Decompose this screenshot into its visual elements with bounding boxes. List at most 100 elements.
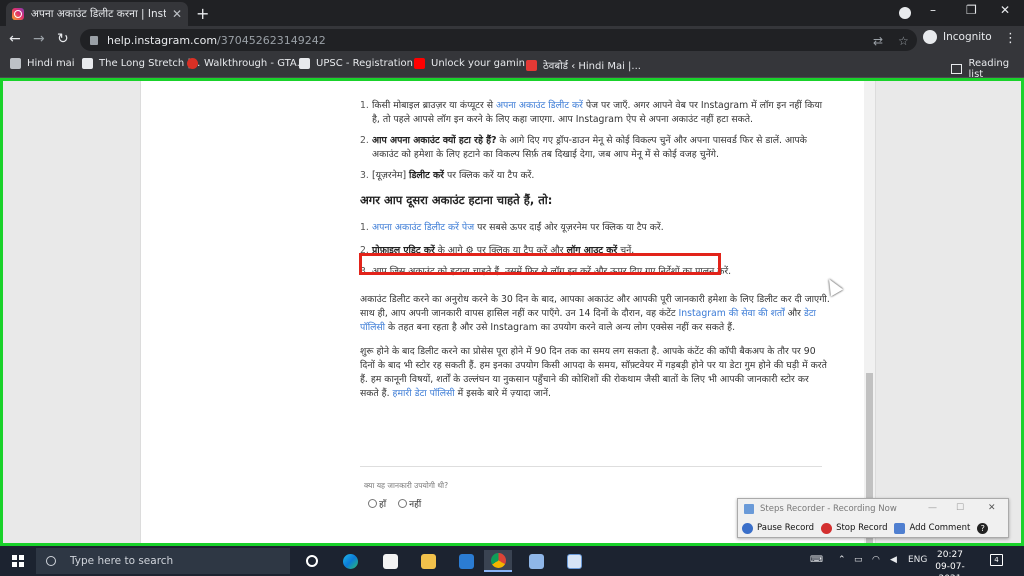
clock-time: 20:27	[937, 550, 963, 560]
bookmark-item[interactable]: Walkthrough - GTA...	[187, 58, 306, 69]
taskbar-search[interactable]: Type here to search	[36, 548, 290, 574]
address-bar[interactable]: help.instagram.com /370452623149242 ⇄ ☆	[80, 29, 917, 51]
keyboard-icon[interactable]: ⌨	[810, 555, 823, 565]
clock[interactable]: 20:27 09-07-2021	[930, 549, 970, 576]
incognito-badge[interactable]: Incognito	[923, 30, 992, 44]
mail-icon	[458, 553, 474, 569]
reading-list-icon	[951, 64, 962, 74]
search-placeholder: Type here to search	[70, 555, 174, 567]
bookmark-star-icon[interactable]: ☆	[898, 34, 909, 48]
more-menu-icon[interactable]: ⋮	[1004, 31, 1017, 46]
steps-recorder-title: Steps Recorder - Recording Now	[760, 503, 897, 514]
add-comment-button[interactable]: Add Comment	[894, 522, 970, 534]
paragraph-deletion-process: शुरू होने के बाद डिलीट करने का प्रोसेस प…	[360, 346, 827, 399]
browser-tab[interactable]: अपना अकाउंट डिलीट करना | Instag ✕	[6, 2, 188, 26]
pause-record-button[interactable]: Pause Record	[742, 522, 814, 534]
new-tab-button[interactable]: +	[196, 4, 209, 23]
language-indicator[interactable]: ENG	[908, 555, 927, 565]
forward-arrow-icon[interactable]: →	[33, 31, 45, 47]
app-icon-button[interactable]	[522, 550, 550, 572]
task-view-button[interactable]	[298, 550, 326, 572]
chrome-app[interactable]	[484, 550, 512, 572]
red-highlight-box	[359, 253, 721, 275]
browser-toolbar: ← → ↻ help.instagram.com /37045262314924…	[0, 26, 1024, 54]
list-item: 1. अपना अकाउंट डिलीट करें पेज पर सबसे ऊप…	[360, 222, 664, 233]
volume-icon[interactable]: ◀	[890, 555, 897, 565]
url-path: /370452623149242	[217, 33, 326, 47]
youtube-icon	[414, 58, 425, 69]
our-data-policy-link[interactable]: हमारी डेटा पॉलिसी	[393, 388, 455, 399]
incognito-label: Incognito	[943, 31, 992, 43]
reload-icon[interactable]: ↻	[57, 31, 69, 47]
network-icon[interactable]: ▭	[854, 555, 863, 565]
bookmark-item[interactable]: UPSC - Registration...	[299, 58, 422, 69]
explorer-app[interactable]	[414, 550, 442, 572]
lock-icon	[90, 35, 98, 45]
delete-account-page-link[interactable]: अपना अकाउंट डिलीट करें पेज	[372, 222, 474, 233]
divider	[360, 466, 822, 467]
minimize-button[interactable]: –	[930, 3, 936, 17]
paragraph-deletion-timeline: अकाउंट डिलीट करने का अनुरोध करने के 30 द…	[360, 294, 830, 333]
minimize-button[interactable]: —	[928, 503, 937, 513]
pause-icon	[742, 522, 753, 534]
wifi-icon[interactable]: ◠	[872, 555, 880, 565]
steps-recorder-window: Steps Recorder - Recording Now — ☐ ✕ Pau…	[737, 498, 1009, 538]
stop-record-button[interactable]: Stop Record	[821, 522, 887, 534]
terms-of-service-link[interactable]: Instagram की सेवा की शर्तों	[679, 308, 785, 319]
back-arrow-icon[interactable]: ←	[9, 31, 21, 47]
chevron-up-icon[interactable]: ⌃	[838, 555, 846, 565]
windows-taskbar: Type here to search ⌨ ⌃ ▭ ◠ ◀ ENG 20:27 …	[0, 546, 1024, 576]
windows-start-icon[interactable]	[12, 555, 24, 567]
no-radio[interactable]: नहीं	[398, 497, 421, 510]
list-item: 3. [यूज़रनेम] डिलीट करें पर क्लिक करें य…	[360, 170, 535, 181]
page-column: 1. किसी मोबाइल ब्राउज़र या कंप्यूटर से अ…	[140, 81, 876, 543]
tab-search-icon[interactable]	[899, 7, 911, 19]
reading-list-button[interactable]: Reading list	[951, 58, 1024, 80]
page-scrollbar[interactable]	[864, 81, 875, 543]
close-window-button[interactable]: ✕	[1000, 3, 1010, 17]
steps-recorder-app[interactable]	[560, 550, 588, 572]
chrome-icon	[490, 552, 506, 568]
comment-icon	[894, 522, 906, 534]
steps-recorder-titlebar: Steps Recorder - Recording Now — ☐ ✕	[738, 499, 1008, 518]
bookmark-item[interactable]: Unlock your gamin...	[414, 58, 535, 69]
page-icon	[299, 58, 310, 69]
page-icon	[82, 58, 93, 69]
steps-recorder-toolbar: Pause Record Stop Record Add Comment ?	[738, 518, 1008, 538]
tab-close-icon[interactable]: ✕	[172, 7, 182, 21]
store-app[interactable]	[376, 550, 404, 572]
yes-radio[interactable]: हाँ	[368, 497, 386, 510]
notification-icon[interactable]: 4	[990, 554, 1003, 566]
bookmark-item[interactable]: Hindi mai	[10, 58, 75, 69]
stop-icon	[821, 522, 833, 534]
radio-circle-icon	[368, 499, 377, 508]
delete-account-link[interactable]: अपना अकाउंट डिलीट करें	[496, 100, 583, 111]
web-page: 1. किसी मोबाइल ब्राउज़र या कंप्यूटर से अ…	[0, 78, 1024, 546]
helpful-options: हाँ नहीं	[368, 497, 421, 510]
close-button[interactable]: ✕	[988, 503, 996, 513]
edge-icon	[342, 553, 358, 569]
list-item: 1. किसी मोबाइल ब्राउज़र या कंप्यूटर से अ…	[360, 100, 823, 125]
browser-tab-strip: अपना अकाउंट डिलीट करना | Instag ✕ + – ❐ …	[0, 0, 1024, 26]
folder-icon	[420, 553, 436, 569]
steps-recorder-icon	[566, 553, 582, 569]
maximize-button[interactable]: ☐	[956, 503, 964, 513]
tab-title: अपना अकाउंट डिलीट करना | Instag	[30, 8, 166, 20]
apps-icon	[10, 58, 21, 69]
site-icon	[526, 59, 537, 71]
help-icon: ?	[977, 522, 989, 534]
steps-list-primary: 1. किसी मोबाइल ब्राउज़र या कंप्यूटर से अ…	[360, 99, 830, 183]
translate-icon[interactable]: ⇄	[873, 34, 883, 48]
help-button[interactable]: ?	[977, 522, 992, 534]
task-view-icon	[306, 555, 318, 567]
mail-app[interactable]	[452, 550, 480, 572]
radio-circle-icon	[398, 499, 408, 508]
restore-button[interactable]: ❐	[966, 3, 977, 17]
store-icon	[382, 553, 398, 569]
bookmark-item[interactable]: The Long Stretch |...	[82, 58, 200, 69]
screen: अपना अकाउंट डिलीट करना | Instag ✕ + – ❐ …	[0, 0, 1024, 576]
edge-app[interactable]	[336, 550, 364, 572]
steps-recorder-icon	[744, 503, 754, 514]
bookmark-item[interactable]: ठेवबोर्ड ‹ Hindi Mai |...	[526, 58, 641, 72]
incognito-icon	[923, 30, 937, 44]
